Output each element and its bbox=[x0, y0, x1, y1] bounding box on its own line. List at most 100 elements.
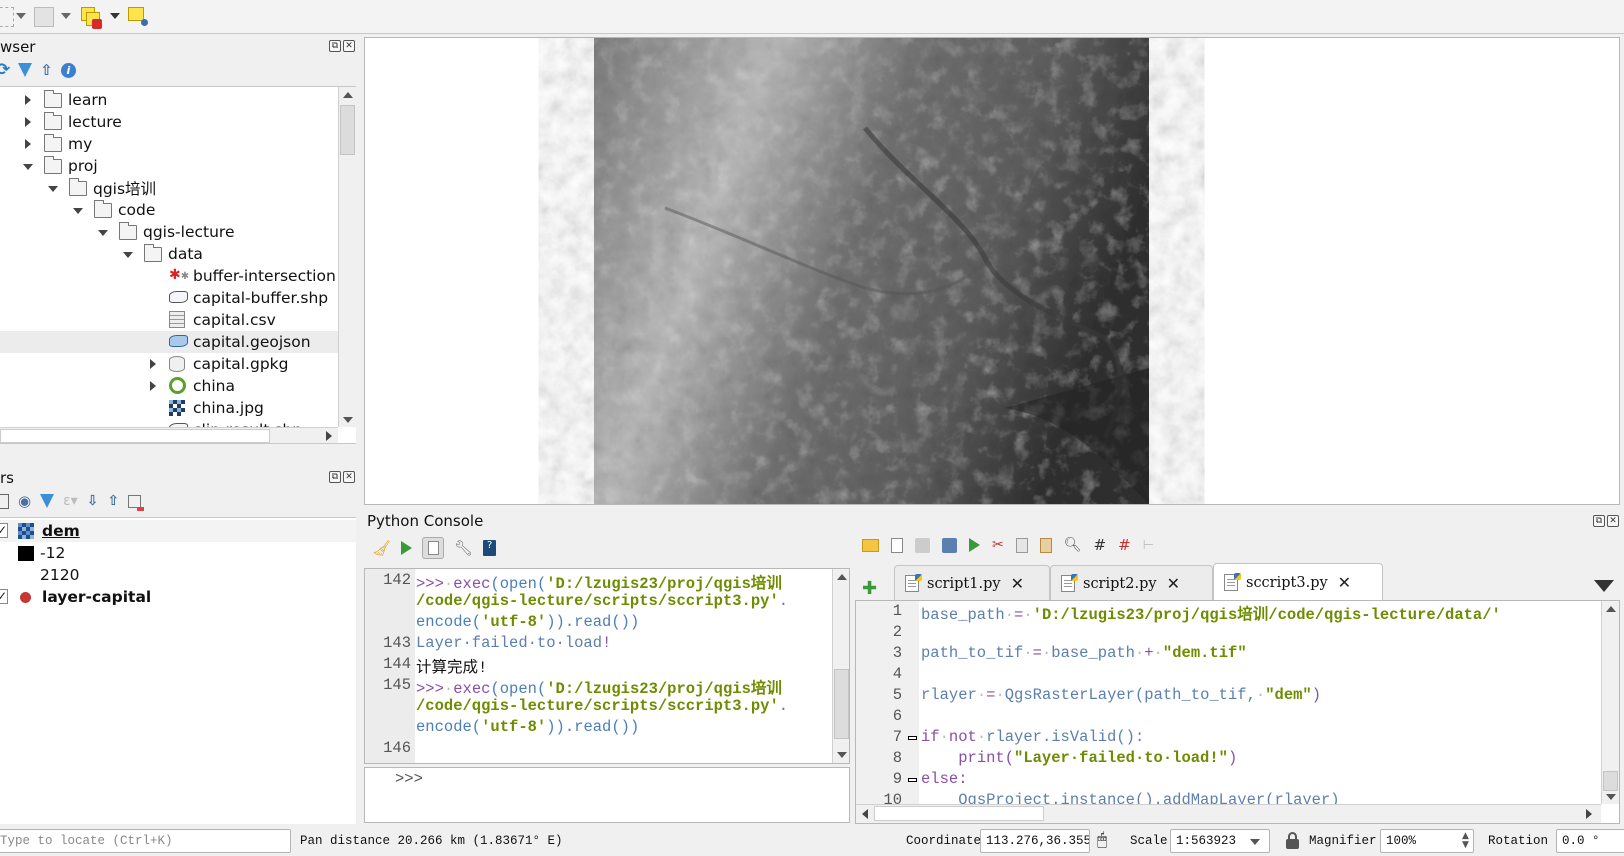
legend-item[interactable]: -12 bbox=[0, 542, 356, 564]
float-panel-icon[interactable]: ⧉ bbox=[1593, 515, 1605, 527]
filter-icon[interactable] bbox=[18, 63, 33, 77]
refresh-icon[interactable]: ⟳ bbox=[0, 60, 10, 80]
coordinate-field[interactable]: 113.276,36.355 bbox=[980, 829, 1090, 853]
chevron-down-icon[interactable] bbox=[1250, 839, 1260, 845]
collapse-all-icon[interactable]: ⇧ bbox=[40, 61, 53, 79]
manage-visibility-icon[interactable]: ◉ bbox=[18, 492, 31, 510]
browser-item[interactable]: capital-buffer.shp bbox=[0, 287, 338, 309]
scroll-down-icon[interactable] bbox=[837, 752, 847, 758]
scroll-up-icon[interactable] bbox=[1606, 606, 1616, 612]
browser-item[interactable]: learn bbox=[0, 89, 338, 111]
editor-vertical-scrollbar[interactable] bbox=[1601, 601, 1619, 804]
uncomment-icon[interactable]: # bbox=[1118, 536, 1131, 554]
script-editor[interactable]: 1 base_path·=·'D:/lzugis23/proj/qgis培训/co… bbox=[855, 600, 1620, 824]
lock-scale-icon[interactable] bbox=[1286, 832, 1299, 849]
run-script-icon[interactable] bbox=[969, 538, 980, 552]
scroll-right-icon[interactable] bbox=[1586, 809, 1592, 819]
run-command-icon[interactable] bbox=[401, 541, 413, 555]
chevron-down-icon[interactable] bbox=[48, 186, 58, 192]
browser-item[interactable]: ✱✱ buffer-intersection bbox=[0, 265, 338, 287]
close-tab-icon[interactable]: ✕ bbox=[1011, 574, 1024, 593]
save-as-icon[interactable] bbox=[942, 537, 957, 553]
browser-item[interactable]: my bbox=[0, 133, 338, 155]
close-tab-icon[interactable]: ✕ bbox=[1338, 573, 1351, 592]
scroll-thumb[interactable] bbox=[340, 105, 355, 155]
float-panel-icon[interactable]: ⧉ bbox=[329, 40, 341, 52]
filter-legend-icon[interactable] bbox=[40, 494, 55, 508]
browser-item[interactable]: qgis-lecture bbox=[0, 221, 338, 243]
help-icon[interactable]: ? bbox=[483, 540, 497, 556]
close-panel-icon[interactable]: ✕ bbox=[343, 40, 355, 52]
fold-marker-icon[interactable] bbox=[908, 736, 917, 740]
magnifier-spinbox[interactable]: 100% bbox=[1380, 829, 1474, 853]
chevron-right-icon[interactable] bbox=[25, 117, 31, 127]
open-script-icon[interactable] bbox=[862, 538, 879, 552]
expand-all-icon[interactable]: ⇩ bbox=[87, 493, 99, 509]
browser-item[interactable]: qgis培训 bbox=[0, 177, 338, 199]
browser-item[interactable]: proj bbox=[0, 155, 338, 177]
remove-layer-icon[interactable] bbox=[128, 494, 145, 511]
cut-icon[interactable]: ✂ bbox=[992, 537, 1004, 553]
browser-item[interactable]: code bbox=[0, 199, 338, 221]
console-vertical-scrollbar[interactable] bbox=[832, 569, 849, 763]
editor-tab[interactable]: sccript3.py ✕ bbox=[1213, 563, 1383, 601]
spin-arrows-icon[interactable]: ▲ ▼ bbox=[1462, 832, 1469, 850]
close-panel-icon[interactable]: ✕ bbox=[343, 471, 355, 483]
open-attribute-table-icon[interactable] bbox=[34, 7, 54, 27]
comment-icon[interactable]: # bbox=[1094, 536, 1107, 554]
scroll-thumb[interactable] bbox=[1603, 771, 1618, 791]
chevron-down-icon[interactable] bbox=[16, 13, 26, 19]
select-features-icon[interactable] bbox=[0, 7, 14, 27]
browser-item[interactable]: capital.geojson bbox=[0, 331, 338, 353]
scroll-thumb[interactable] bbox=[874, 806, 1044, 821]
console-input[interactable]: >>> bbox=[364, 767, 850, 823]
options-icon[interactable]: 🔧︎ bbox=[454, 539, 473, 557]
editor-tab[interactable]: script1.py ✕ bbox=[894, 565, 1050, 601]
browser-item[interactable]: china bbox=[0, 375, 338, 397]
scroll-down-icon[interactable] bbox=[343, 417, 353, 423]
paste-icon[interactable] bbox=[1039, 537, 1052, 553]
collapse-all-icon[interactable]: ⇧ bbox=[107, 493, 119, 509]
locator-search-input[interactable]: Type to locate (Ctrl+K) bbox=[0, 829, 291, 853]
tab-list-menu-icon[interactable] bbox=[1594, 580, 1614, 592]
chevron-down-icon[interactable] bbox=[73, 208, 83, 214]
browser-vertical-scrollbar[interactable] bbox=[338, 87, 356, 427]
layer-item[interactable]: ✓ dem bbox=[0, 520, 356, 542]
clear-console-icon[interactable]: 🧹︎ bbox=[372, 539, 391, 557]
scroll-down-icon[interactable] bbox=[1606, 794, 1616, 800]
chevron-right-icon[interactable] bbox=[150, 381, 156, 391]
chevron-right-icon[interactable] bbox=[150, 359, 156, 369]
scroll-right-icon[interactable] bbox=[326, 431, 332, 441]
close-panel-icon[interactable]: ✕ bbox=[1607, 515, 1619, 527]
identify-features-icon[interactable] bbox=[128, 7, 150, 27]
browser-item[interactable]: capital.csv bbox=[0, 309, 338, 331]
layer-visibility-checkbox[interactable]: ✓ bbox=[0, 589, 8, 604]
copy-icon[interactable] bbox=[1015, 537, 1028, 553]
info-icon[interactable]: i bbox=[60, 62, 76, 78]
chevron-down-icon[interactable] bbox=[98, 230, 108, 236]
legend-item[interactable]: 2120 bbox=[0, 564, 356, 586]
layer-item[interactable]: ✓ layer-capital bbox=[0, 586, 356, 608]
browser-item[interactable]: data bbox=[0, 243, 338, 265]
console-output[interactable]: 142 >>>·exec(open('D:/lzugis23/proj/qgis培… bbox=[364, 568, 850, 764]
browser-item[interactable]: lecture bbox=[0, 111, 338, 133]
chevron-right-icon[interactable] bbox=[25, 139, 31, 149]
browser-item[interactable]: capital.gpkg bbox=[0, 353, 338, 375]
float-panel-icon[interactable]: ⧉ bbox=[329, 471, 341, 483]
browser-horizontal-scrollbar[interactable] bbox=[0, 427, 338, 443]
chevron-down-icon[interactable] bbox=[23, 164, 33, 170]
chevron-down-icon[interactable] bbox=[123, 252, 133, 258]
scroll-left-icon[interactable] bbox=[862, 809, 868, 819]
editor-horizontal-scrollbar[interactable] bbox=[856, 804, 1601, 823]
save-icon[interactable] bbox=[915, 537, 930, 553]
scroll-up-icon[interactable] bbox=[837, 574, 847, 580]
scroll-thumb[interactable] bbox=[0, 429, 270, 443]
find-icon[interactable]: 🔍︎ bbox=[1064, 537, 1082, 553]
close-tab-icon[interactable]: ✕ bbox=[1167, 574, 1180, 593]
chevron-down-icon[interactable] bbox=[61, 13, 71, 19]
object-inspector-icon[interactable]: ⊢ bbox=[1143, 538, 1154, 553]
deselect-all-icon[interactable] bbox=[81, 7, 103, 29]
add-group-icon[interactable] bbox=[0, 493, 9, 509]
open-in-external-editor-icon[interactable] bbox=[891, 537, 903, 553]
toggle-extents-icon[interactable]: 🖱︎ bbox=[1097, 830, 1107, 850]
